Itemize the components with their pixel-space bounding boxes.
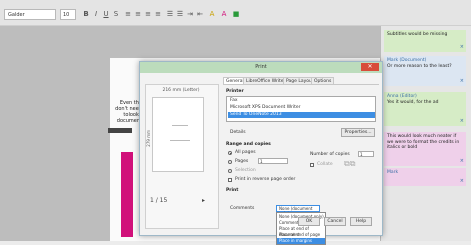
- help-button[interactable]: Help: [350, 217, 372, 226]
- properties-button[interactable]: Properties...: [341, 128, 375, 137]
- font-size-box[interactable]: 10: [60, 9, 76, 20]
- comment-text: Yes it would, for the ad: [387, 99, 439, 105]
- preview-page-info[interactable]: 1 / 15: [150, 197, 167, 204]
- collate-checkbox[interactable]: [310, 163, 314, 167]
- comment[interactable]: Subtitles would be missing ×: [384, 30, 466, 52]
- font-name-box[interactable]: Galder: [4, 9, 56, 20]
- copies-label: Number of copies: [310, 152, 350, 157]
- selection-label: Selection: [235, 168, 256, 173]
- range-section-label: Range and copies: [226, 142, 271, 147]
- numbered-list-icon[interactable]: ☰: [176, 10, 184, 18]
- font-color-icon[interactable]: A: [220, 10, 228, 18]
- comment[interactable]: Anna (Editor) Yes it would, for the ad ×: [384, 92, 466, 126]
- all-pages-label: All pages: [235, 150, 256, 155]
- preview-line: [172, 125, 188, 126]
- pages-label: Pages: [235, 159, 249, 164]
- text-line: document: [116, 118, 142, 124]
- comments-select[interactable]: None (document only): [276, 205, 320, 216]
- reverse-order-checkbox[interactable]: [228, 178, 232, 182]
- comments-label: Comments: [230, 206, 255, 211]
- dialog-title: Print: [255, 64, 267, 70]
- highlight-icon[interactable]: A: [208, 10, 216, 18]
- cancel-button[interactable]: Cancel: [324, 217, 346, 226]
- pages-radio[interactable]: [228, 160, 232, 164]
- selection-radio[interactable]: [228, 169, 232, 173]
- close-icon[interactable]: ×: [460, 158, 464, 165]
- outdent-icon[interactable]: ⇤: [196, 10, 204, 18]
- tab-divider: [223, 84, 379, 85]
- copies-value: 1: [360, 152, 363, 157]
- close-button[interactable]: ✕: [361, 63, 379, 71]
- document-text: Even the don't need tolookif document: [112, 100, 142, 124]
- image-block: [108, 128, 132, 133]
- reverse-order-label: Print in reverse page order: [235, 177, 296, 182]
- comment[interactable]: This would look much neater if we were t…: [384, 132, 466, 166]
- close-icon[interactable]: ×: [460, 178, 464, 185]
- dropdown-option-selected[interactable]: Place in margins: [277, 238, 325, 244]
- preview-size-label: 216 mm (Letter): [162, 88, 200, 93]
- printer-item-selected[interactable]: Send To OneNote 2013: [228, 112, 375, 118]
- list-icon[interactable]: ☰: [166, 10, 174, 18]
- align-right-icon[interactable]: ≡: [144, 10, 152, 18]
- printer-item[interactable]: Microsoft XPS Document Writer: [228, 105, 375, 111]
- preview-page: [152, 97, 204, 172]
- bold-icon[interactable]: B: [82, 10, 90, 18]
- comment-text: This would look much neater if we were t…: [387, 134, 460, 150]
- close-icon[interactable]: ×: [460, 78, 464, 85]
- preview-line: [170, 140, 190, 141]
- pages-value: 1: [260, 159, 263, 164]
- print-dialog: Print ✕ General LibreOffice Writer Page …: [139, 61, 383, 245]
- pink-image: [121, 152, 133, 237]
- all-pages-radio[interactable]: [228, 151, 232, 155]
- printer-section-label: Printer: [226, 89, 244, 94]
- collate-label: Collate: [317, 162, 333, 167]
- details-expander[interactable]: Details: [230, 130, 246, 135]
- comment-text: Or more reason to the least?: [387, 63, 452, 69]
- print-section-label: Print: [226, 188, 239, 193]
- next-page-icon[interactable]: ▸: [202, 197, 205, 204]
- copies-input[interactable]: 1: [358, 151, 374, 157]
- ok-button[interactable]: OK: [298, 217, 320, 226]
- printer-item[interactable]: Fax: [228, 98, 375, 104]
- pages-input[interactable]: 1: [258, 158, 288, 164]
- collate-icon: ⧉⧉: [344, 159, 356, 168]
- align-left-icon[interactable]: ≡: [124, 10, 132, 18]
- comment[interactable]: Mark (Document) Or more reason to the le…: [384, 56, 466, 86]
- preview-side-label: 279 mm: [146, 130, 151, 147]
- comment[interactable]: Mark ×: [384, 168, 466, 186]
- close-icon[interactable]: ×: [460, 44, 464, 51]
- underline-icon[interactable]: U: [102, 10, 110, 18]
- close-icon[interactable]: ×: [460, 118, 464, 125]
- align-center-icon[interactable]: ≡: [134, 10, 142, 18]
- indent-icon[interactable]: ⇥: [186, 10, 194, 18]
- italic-icon[interactable]: I: [92, 10, 100, 18]
- justify-icon[interactable]: ≡: [154, 10, 162, 18]
- comment-text: Subtitles would be missing: [387, 32, 448, 37]
- tab-options[interactable]: Options: [311, 77, 335, 84]
- printer-list[interactable]: Fax Microsoft XPS Document Writer Send T…: [226, 96, 376, 122]
- comment-author: Mark: [387, 170, 399, 175]
- background-color-icon[interactable]: ■: [232, 10, 240, 18]
- strike-icon[interactable]: S: [112, 10, 120, 18]
- tab-writer[interactable]: LibreOffice Writer: [243, 77, 289, 84]
